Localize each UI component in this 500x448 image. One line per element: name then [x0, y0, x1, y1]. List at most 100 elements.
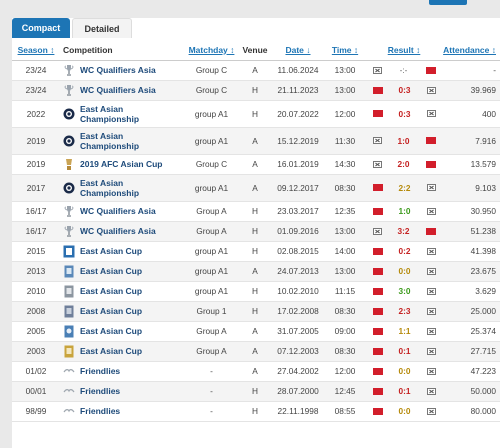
match-score-link[interactable]: 0:3: [389, 109, 421, 119]
table-row: 2008 East Asian Cup Group 1 H 17.02.2008 08:3…: [12, 301, 500, 322]
home-flag-icon: [372, 86, 383, 94]
away-team-badge-icon: [426, 247, 436, 255]
competition-link[interactable]: East Asian Cup: [80, 346, 142, 356]
match-score-link[interactable]: 0:0: [389, 266, 421, 276]
time-cell: 14:30: [325, 154, 365, 175]
result-cell: -:-: [365, 60, 443, 81]
competition-link[interactable]: Friendlies: [80, 406, 120, 416]
eac-2015-icon: [63, 244, 75, 258]
tab-detailed[interactable]: Detailed: [72, 18, 132, 38]
matchday-cell: Group A: [184, 201, 239, 222]
tab-compact[interactable]: Compact: [12, 18, 70, 38]
date-cell: 07.12.2003: [271, 341, 325, 362]
competition-link[interactable]: 2019 AFC Asian Cup: [80, 159, 163, 169]
top-action-button[interactable]: [429, 0, 467, 5]
match-score-link[interactable]: 3:0: [389, 286, 421, 296]
competition-link[interactable]: East Asian Championship: [80, 178, 184, 198]
away-team-badge-icon: [426, 347, 436, 355]
time-cell: 08:55: [325, 401, 365, 422]
match-score-link[interactable]: 1:0: [389, 206, 421, 216]
match-score-link[interactable]: 1:0: [388, 136, 420, 146]
venue-cell: H: [239, 281, 271, 302]
match-score-link[interactable]: 0:0: [389, 366, 421, 376]
header-matchday[interactable]: Matchday ↕: [184, 40, 239, 61]
home-team-badge-icon: [372, 160, 382, 168]
home-flag-icon: [372, 407, 383, 415]
competition-link[interactable]: WC Qualifiers Asia: [80, 65, 156, 75]
competition-cell: WC Qualifiers Asia: [60, 80, 184, 101]
home-flag-icon: [372, 207, 383, 215]
time-cell: 09:00: [325, 321, 365, 342]
away-team-badge-icon: [426, 207, 436, 215]
eac-2008-icon: [63, 304, 75, 318]
competition-link[interactable]: East Asian Cup: [80, 266, 142, 276]
match-score-link[interactable]: 1:1: [389, 326, 421, 336]
trophy-icon: [63, 204, 75, 218]
date-cell: 15.12.2019: [271, 127, 325, 155]
competition-link[interactable]: WC Qualifiers Asia: [80, 206, 156, 216]
result-cell: 2:2: [365, 174, 443, 202]
match-score-link[interactable]: 2:2: [389, 183, 421, 193]
competition-link[interactable]: East Asian Championship: [80, 131, 184, 151]
matchday-cell: group A1: [184, 241, 239, 262]
table-row: 2017 East Asian Championship group A1 A 09.1…: [12, 174, 500, 202]
competition-cell: East Asian Cup: [60, 241, 184, 262]
result-cell: 0:1: [365, 381, 443, 402]
header-date[interactable]: Date ↓: [271, 40, 325, 61]
competition-link[interactable]: East Asian Cup: [80, 286, 142, 296]
season-cell: 16/17: [12, 201, 60, 222]
header-season[interactable]: Season ↕: [12, 40, 60, 61]
match-score-link[interactable]: 0:2: [389, 246, 421, 256]
competition-link[interactable]: WC Qualifiers Asia: [80, 226, 156, 236]
table-row: 23/24 WC Qualifiers Asia Group C A 11.06.202…: [12, 60, 500, 81]
matchday-cell: group A1: [184, 100, 239, 128]
eac-2003-icon: [63, 344, 75, 358]
result-cell: 0:3: [365, 80, 443, 101]
trophy-icon: [63, 83, 75, 97]
competition-link[interactable]: East Asian Championship: [80, 104, 184, 124]
match-score-link[interactable]: 0:0: [389, 406, 421, 416]
match-score-link[interactable]: 0:3: [389, 85, 421, 95]
competition-cell: East Asian Cup: [60, 301, 184, 322]
away-flag-icon: [425, 160, 436, 168]
venue-cell: A: [239, 341, 271, 362]
attendance-cell: 400: [443, 100, 500, 128]
date-cell: 11.06.2024: [271, 60, 325, 81]
competition-link[interactable]: East Asian Cup: [80, 326, 142, 336]
result-cell: 2:0: [365, 154, 443, 175]
header-time[interactable]: Time ↕: [325, 40, 365, 61]
result-cell: 0:2: [365, 241, 443, 262]
competition-link[interactable]: East Asian Cup: [80, 246, 142, 256]
competition-cell: Friendlies: [60, 401, 184, 422]
home-flag-icon: [372, 110, 383, 117]
header-result[interactable]: Result ↕: [365, 40, 443, 61]
competition-link[interactable]: East Asian Cup: [80, 306, 142, 316]
matchday-cell: -: [184, 361, 239, 382]
eaff-icon: [63, 134, 75, 148]
friendlies-icon: [63, 384, 75, 398]
season-cell: 2019: [12, 154, 60, 175]
competition-link[interactable]: WC Qualifiers Asia: [80, 85, 156, 95]
matches-table: Season ↕ Competition Matchday ↕ Venue Da…: [12, 40, 500, 422]
away-team-badge-icon: [426, 86, 436, 94]
attendance-cell: 47.223: [443, 361, 500, 382]
season-cell: 2008: [12, 301, 60, 322]
match-score-link[interactable]: 3:2: [388, 226, 420, 236]
competition-link[interactable]: Friendlies: [80, 386, 120, 396]
competition-link[interactable]: Friendlies: [80, 366, 120, 376]
table-header-row: Season ↕ Competition Matchday ↕ Venue Da…: [12, 40, 500, 61]
venue-cell: H: [239, 221, 271, 242]
match-score-link[interactable]: 0:1: [389, 386, 421, 396]
competition-cell: East Asian Cup: [60, 321, 184, 342]
match-score-link[interactable]: -:-: [388, 65, 420, 75]
header-attendance[interactable]: Attendance ↕: [443, 40, 500, 61]
attendance-cell: 50.000: [443, 381, 500, 402]
match-score-link[interactable]: 2:0: [388, 159, 420, 169]
season-cell: 16/17: [12, 221, 60, 242]
match-score-link[interactable]: 2:3: [389, 306, 421, 316]
table-row: 2013 East Asian Cup group A1 A 24.07.2013 13:…: [12, 261, 500, 282]
match-score-link[interactable]: 0:1: [389, 346, 421, 356]
date-cell: 02.08.2015: [271, 241, 325, 262]
table-row: 2015 East Asian Cup group A1 H 02.08.2015 14:…: [12, 241, 500, 262]
result-cell: 1:0: [365, 201, 443, 222]
